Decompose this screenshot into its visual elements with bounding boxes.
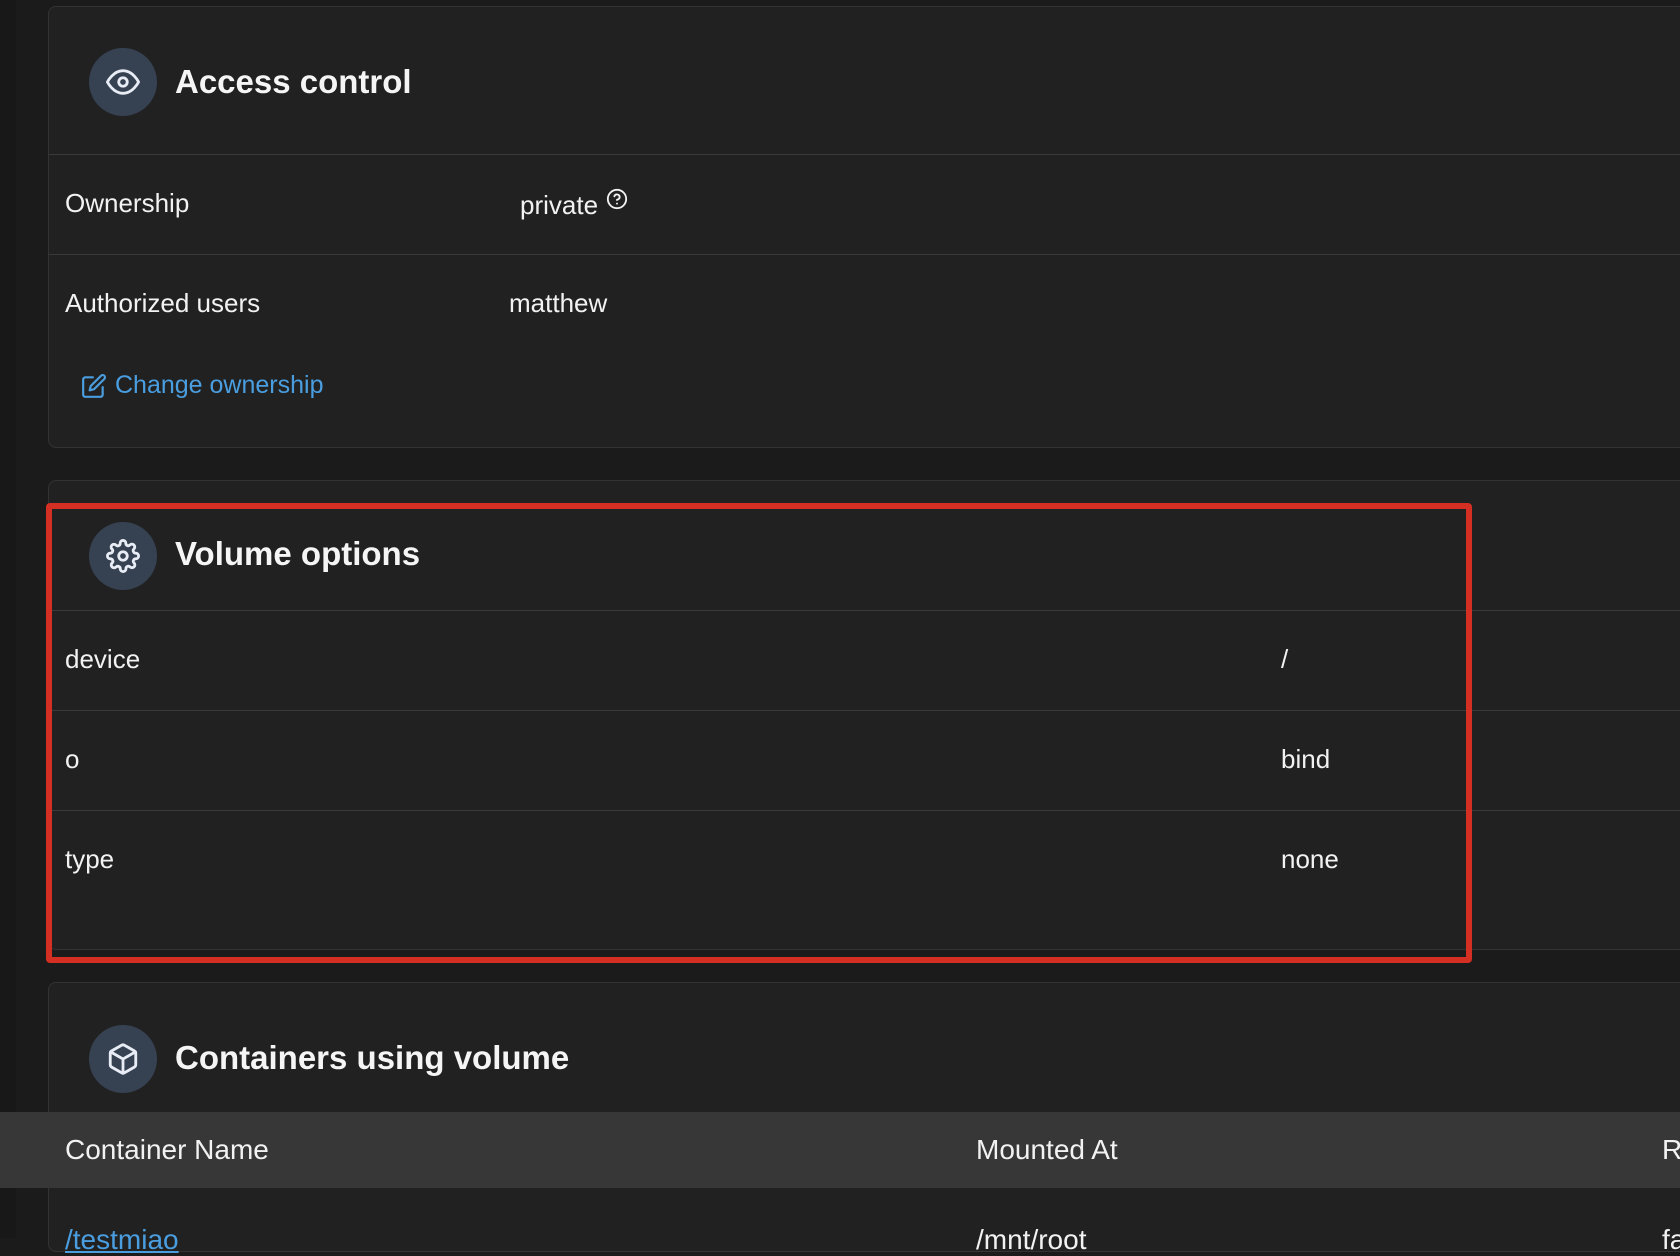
edit-icon <box>82 373 106 398</box>
ownership-row: Ownership private <box>49 155 1680 255</box>
question-circle-icon[interactable] <box>606 188 628 210</box>
access-control-card: Access control Ownership private Authori… <box>48 6 1680 448</box>
gear-icon <box>89 522 157 590</box>
volume-option-key: type <box>65 844 115 874</box>
containers-table-header: Container Name Mounted At R <box>0 1112 1680 1188</box>
eye-icon <box>89 48 157 116</box>
change-ownership-link[interactable]: Change ownership <box>81 371 323 400</box>
ownership-value-text: private <box>520 190 599 220</box>
volume-option-row: type none <box>49 811 1680 911</box>
authorized-users-row: Authorized users matthew <box>49 255 1680 355</box>
container-third-cell: fa <box>1662 1224 1680 1255</box>
authorized-users-value: matthew <box>509 288 608 318</box>
access-control-header: Access control <box>49 7 1680 155</box>
change-ownership-label: Change ownership <box>115 371 324 399</box>
volume-option-row: device / <box>49 611 1680 711</box>
containers-title: Containers using volume <box>175 1039 570 1076</box>
authorized-users-label: Authorized users <box>65 288 261 318</box>
container-mounted-at: /mnt/root <box>976 1224 1087 1255</box>
containers-header: Containers using volume <box>49 983 1680 1113</box>
volume-option-value: / <box>1281 644 1289 674</box>
column-header-third[interactable]: R <box>1662 1134 1680 1166</box>
volume-options-card: Volume options device / o bind type none <box>48 480 1680 950</box>
volume-option-key: o <box>65 744 80 774</box>
volume-option-value: none <box>1281 844 1339 874</box>
volume-option-key: device <box>65 644 141 674</box>
container-name-link[interactable]: /testmiao <box>65 1224 179 1256</box>
ownership-label: Ownership <box>65 188 190 218</box>
access-control-title: Access control <box>175 63 412 100</box>
column-header-mounted-at[interactable]: Mounted At <box>976 1134 1118 1166</box>
volume-option-row: o bind <box>49 711 1680 811</box>
column-header-container-name[interactable]: Container Name <box>65 1134 269 1166</box>
volume-options-header: Volume options <box>49 481 1680 611</box>
ownership-value: private <box>520 188 628 221</box>
cube-icon <box>89 1025 157 1093</box>
sidebar-edge <box>0 0 16 1238</box>
volume-option-value: bind <box>1281 744 1331 774</box>
volume-options-title: Volume options <box>175 535 421 572</box>
